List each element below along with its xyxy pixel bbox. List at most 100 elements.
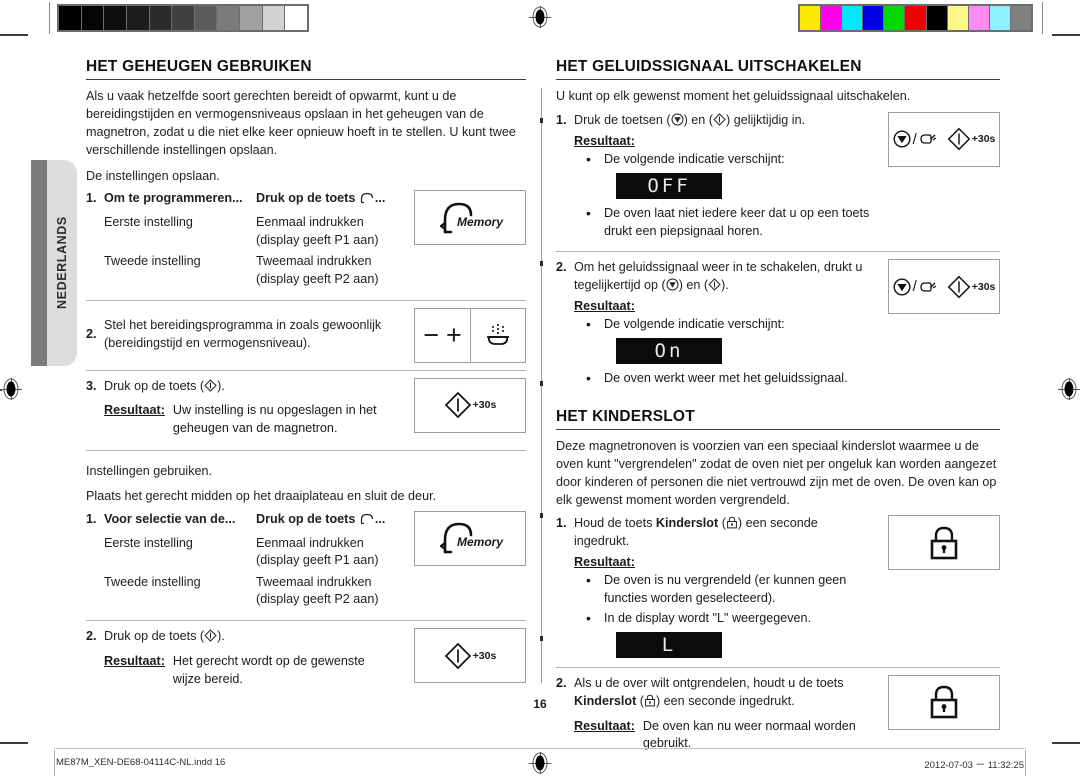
start-key-box: +30s bbox=[414, 377, 526, 433]
memory-icon: Memory bbox=[437, 519, 503, 557]
step-number: 1. bbox=[86, 511, 97, 526]
color-swatch-6 bbox=[926, 6, 947, 30]
row1-col1: Eerste instelling bbox=[104, 535, 193, 550]
memory-icon-label: Memory bbox=[456, 535, 503, 550]
divider-rule bbox=[86, 299, 526, 301]
start-key-label: +30s bbox=[971, 133, 996, 146]
sound-step2-bullets: De volgende indicatie verschijnt: bbox=[574, 315, 872, 335]
lcd-display-on: On bbox=[616, 338, 722, 364]
lock-key-inline-icon bbox=[726, 516, 738, 530]
col1-header: Om te programmeren... bbox=[104, 191, 243, 206]
stop-key-inline-icon bbox=[671, 113, 684, 127]
step1-text-c: ) gelijktijdig in. bbox=[726, 112, 806, 127]
language-tab-label: NEDERLANDS bbox=[55, 216, 69, 310]
sound-step-1: 1. Druk de toetsen () en () gelijktijdig… bbox=[556, 111, 1000, 245]
power-level-key bbox=[470, 308, 525, 362]
table-header-row: Voor selectie van de... Druk op de toets… bbox=[104, 511, 406, 535]
table-row: Tweede instelling Tweemaal indrukken (di… bbox=[104, 253, 406, 292]
step2-text-c: ). bbox=[721, 278, 729, 293]
childlock-step-2: 2. Als u de over wilt ontgrendelen, houd… bbox=[556, 674, 1000, 754]
deodorize-icon bbox=[920, 134, 937, 145]
sound-keys-box: / +30s bbox=[888, 111, 1000, 167]
table-row: Tweede instelling Tweemaal indrukken (di… bbox=[104, 574, 406, 613]
sound-step2-text: Om het geluidssignaal weer in te schakel… bbox=[574, 259, 872, 295]
start-30s-icon: +30s bbox=[444, 642, 496, 670]
list-item: De volgende indicatie verschijnt: bbox=[574, 315, 872, 335]
start-30s-icon: +30s bbox=[444, 391, 496, 419]
row2-col1: Tweede instelling bbox=[104, 574, 201, 589]
memory-key-box: Memory bbox=[414, 190, 526, 246]
color-swatch-2 bbox=[842, 6, 863, 30]
grayscale-calibration-strip bbox=[57, 4, 309, 32]
start-30s-icon: +30s bbox=[947, 275, 996, 299]
step2-text-b: ) en ( bbox=[678, 278, 709, 293]
color-swatch-7 bbox=[947, 6, 968, 30]
lcd-display-off: OFF bbox=[616, 172, 722, 199]
divider-rule bbox=[86, 620, 526, 621]
crop-mark-bottom-left bbox=[0, 742, 28, 744]
col2-header-text: Druk op de toets bbox=[256, 191, 359, 206]
sound-step1-bullets-2: De oven laat niet iedere keer dat u op e… bbox=[574, 204, 872, 241]
stop-deodorize-icon: / bbox=[893, 278, 937, 296]
row2-col2: Tweemaal indrukken (display geeft P2 aan… bbox=[256, 574, 379, 607]
power-level-icon bbox=[487, 324, 509, 345]
table-row: Eerste instelling Eenmaal indrukken (dis… bbox=[104, 535, 406, 574]
start-key-slot: +30s bbox=[414, 377, 526, 433]
color-swatch-9 bbox=[989, 6, 1010, 30]
memory-save-lead: De instellingen opslaan. bbox=[86, 168, 220, 183]
crop-mark-top-right bbox=[1052, 34, 1080, 36]
sound-step1-bullets: De volgende indicatie verschijnt: bbox=[574, 150, 872, 170]
power-time-key-box: − + bbox=[414, 307, 526, 363]
language-tab: NEDERLANDS bbox=[31, 160, 77, 366]
column-divider-dash-2 bbox=[540, 261, 543, 266]
step1-text-a: Houd de toets bbox=[574, 516, 656, 531]
row1-col2: Eenmaal indrukken (display geeft P1 aan) bbox=[256, 535, 379, 568]
registration-mark-left bbox=[0, 378, 22, 400]
start-30s-icon: +30s bbox=[947, 127, 996, 151]
start-key-slot: +30s bbox=[414, 628, 526, 683]
gray-swatch-7 bbox=[217, 6, 240, 30]
step1-text-b: ( bbox=[718, 516, 726, 531]
crop-mark-top-left bbox=[0, 34, 28, 36]
list-item: De oven laat niet iedere keer dat u op e… bbox=[574, 204, 872, 241]
memory-use-step-1: 1. Voor selectie van de... Druk op de to… bbox=[86, 510, 526, 613]
step-number: 2. bbox=[86, 327, 97, 342]
row1-col2: Eenmaal indrukken (display geeft P1 aan) bbox=[256, 215, 379, 247]
memory-use-step2-result: Resultaat: Het gerecht wordt op de gewen… bbox=[104, 653, 396, 689]
step2-text-before: Druk op de toets ( bbox=[104, 629, 205, 643]
lcd-display-lock: L bbox=[616, 631, 722, 658]
sound-keys-slot: / +30s bbox=[888, 259, 1000, 315]
list-item: De oven werkt weer met het geluidssignaa… bbox=[574, 369, 872, 389]
sound-intro-text: U kunt op elk gewenst moment het geluids… bbox=[556, 89, 911, 103]
divider-rule bbox=[556, 251, 1000, 253]
power-time-key-slot: − + bbox=[414, 307, 526, 363]
column-divider-dash-4 bbox=[540, 513, 543, 518]
minus-plus-key: − + bbox=[415, 309, 470, 362]
result-text: Uw instelling is nu opgeslagen in het ge… bbox=[172, 403, 377, 436]
childlock-key-slot bbox=[888, 515, 1000, 571]
start-key-label: +30s bbox=[971, 280, 996, 293]
stop-key-inline-icon bbox=[666, 278, 679, 292]
list-item: De volgende indicatie verschijnt: bbox=[574, 150, 872, 170]
sound-keys-box: / +30s bbox=[888, 259, 1000, 315]
footer-tick-right bbox=[1025, 750, 1026, 776]
memory-use-step-2: 2. Druk op de toets (). Resultaat: Het g… bbox=[86, 628, 526, 689]
result-label: Resultaat: bbox=[104, 403, 165, 418]
divider-rule bbox=[556, 666, 1000, 668]
step-number: 2. bbox=[556, 260, 567, 275]
memory-save-table: Om te programmeren... Druk op de toets .… bbox=[104, 190, 406, 292]
color-swatch-5 bbox=[905, 6, 926, 30]
step-number: 1. bbox=[86, 191, 97, 206]
color-swatch-8 bbox=[968, 6, 989, 30]
memory-use-table: Voor selectie van de... Druk op de toets… bbox=[104, 511, 406, 613]
sound-keys-slot: / +30s bbox=[888, 111, 1000, 167]
column-divider-dash-3 bbox=[540, 381, 543, 386]
childlock-keyword: Kinderslot bbox=[655, 516, 719, 531]
step1-text-a: Druk de toetsen ( bbox=[574, 112, 671, 127]
row2-col1: Tweede instelling bbox=[104, 254, 201, 269]
lock-icon bbox=[930, 526, 958, 560]
color-swatch-3 bbox=[863, 6, 884, 30]
memory-key-illustration-slot: Memory bbox=[414, 190, 526, 246]
color-swatch-1 bbox=[821, 6, 842, 30]
childlock-intro-text: Deze magnetronoven is voorzien van een s… bbox=[556, 438, 997, 507]
